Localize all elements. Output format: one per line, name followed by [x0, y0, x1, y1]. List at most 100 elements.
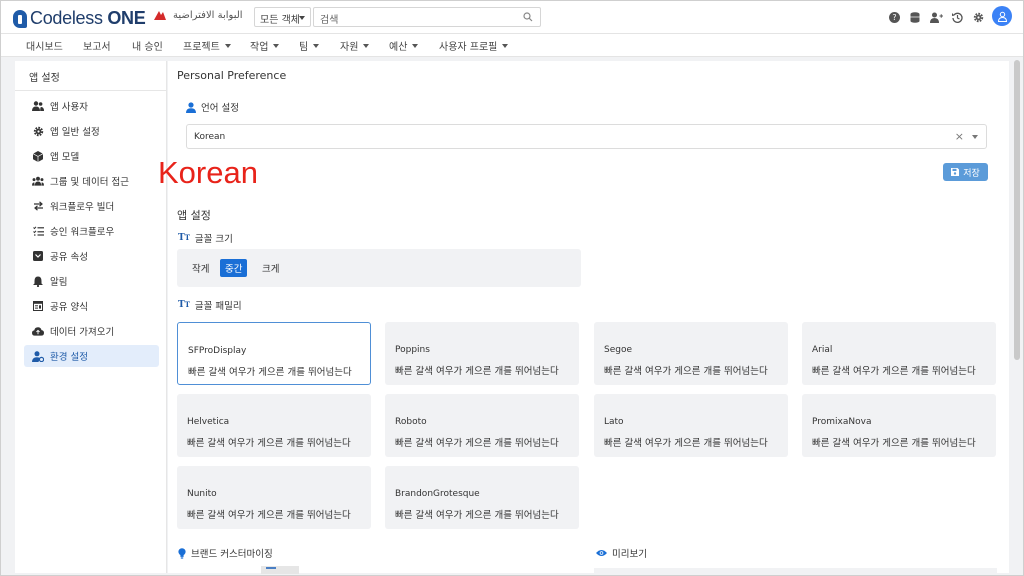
- sidebar-item-label: 알림: [50, 277, 68, 288]
- svg-text:?: ?: [892, 13, 896, 22]
- scrollbar-thumb[interactable]: [1014, 60, 1020, 360]
- sidebar-item-label: 앱 일반 설정: [50, 127, 100, 138]
- users-icon: [32, 100, 44, 112]
- nav-item-reports[interactable]: 보고서: [83, 38, 111, 53]
- help-icon[interactable]: ?: [885, 9, 903, 25]
- vertical-scrollbar[interactable]: [1013, 58, 1021, 574]
- chevron-down-icon: [313, 43, 320, 48]
- top-bar: Codeless ONE البوابة الافتراضية 모든 객체 ?: [1, 1, 1023, 33]
- form-icon: [32, 300, 44, 312]
- user-icon: [997, 11, 1007, 22]
- floppy-disk-icon: [951, 168, 960, 176]
- font-name: Segoe: [604, 345, 633, 355]
- sidebar-item-app-users[interactable]: 앱 사용자: [24, 95, 159, 117]
- sidebar-item-notifications[interactable]: 알림: [24, 270, 159, 292]
- close-icon[interactable]: ×: [955, 130, 964, 143]
- font-name: Poppins: [395, 345, 430, 355]
- eye-icon: [596, 550, 607, 556]
- font-card-helvetica[interactable]: Helvetica 빠른 갈색 여우가 게으른 개를 뛰어넘는다: [177, 394, 371, 457]
- sidebar-item-shared-forms[interactable]: 공유 양식: [24, 295, 159, 317]
- brand-color-swatch[interactable]: [261, 566, 299, 574]
- nav-item-resources[interactable]: 자원: [340, 38, 370, 53]
- chevron-down-icon: [363, 43, 370, 48]
- portal-logo-icon: [154, 11, 166, 20]
- font-card-poppins[interactable]: Poppins 빠른 갈색 여우가 게으른 개를 뛰어넘는다: [385, 322, 579, 385]
- font-size-label: 글꼴 크기: [194, 234, 233, 245]
- sidebar-item-groups-data-access[interactable]: 그룹 및 데이터 접근: [24, 170, 159, 192]
- nav-item-projects[interactable]: 프로젝트: [183, 38, 231, 53]
- red-annotation-text: Korean: [158, 155, 258, 190]
- chevron-down-icon: [224, 43, 231, 48]
- sidebar-item-approval-workflow[interactable]: 승인 워크플로우: [24, 220, 159, 242]
- sidebar-item-app-general-settings[interactable]: 앱 일반 설정: [24, 120, 159, 142]
- text-size-icon: TT: [178, 233, 190, 243]
- avatar[interactable]: [992, 6, 1012, 26]
- font-sample: 빠른 갈색 여우가 게으른 개를 뛰어넘는다: [395, 438, 559, 449]
- sidebar-item-label: 그룹 및 데이터 접근: [50, 177, 129, 188]
- nav-item-tasks[interactable]: 작업: [250, 38, 280, 53]
- nav-item-my-approvals[interactable]: 내 승인: [132, 38, 163, 53]
- preview-label-row: 미리보기: [596, 546, 647, 560]
- history-icon[interactable]: [948, 9, 966, 25]
- database-icon[interactable]: [906, 9, 924, 25]
- font-card-nunito[interactable]: Nunito 빠른 갈색 여우가 게으른 개를 뛰어넘는다: [177, 466, 371, 529]
- chevron-down-icon[interactable]: [972, 135, 978, 139]
- brand-customization-label: 브랜드 커스터마이징: [191, 549, 273, 560]
- font-size-small-option[interactable]: 작게: [187, 259, 214, 277]
- font-sample: 빠른 갈색 여우가 게으른 개를 뛰어넘는다: [395, 366, 559, 377]
- language-select[interactable]: Korean ×: [186, 124, 987, 149]
- font-card-roboto[interactable]: Roboto 빠른 갈색 여우가 게으른 개를 뛰어넘는다: [385, 394, 579, 457]
- chevron-down-icon: [299, 16, 305, 20]
- preview-area: [594, 568, 997, 574]
- sidebar-item-data-import[interactable]: 데이터 가져오기: [24, 320, 159, 342]
- font-card-brandongrotesque[interactable]: BrandonGrotesque 빠른 갈색 여우가 게으른 개를 뛰어넘는다: [385, 466, 579, 529]
- nav-item-user-profile[interactable]: 사용자 프로필: [439, 38, 509, 53]
- font-family-label: 글꼴 패밀리: [194, 301, 242, 312]
- user-settings-icon: [32, 350, 44, 362]
- font-card-lato[interactable]: Lato 빠른 갈색 여우가 게으른 개를 뛰어넘는다: [594, 394, 788, 457]
- gear-icon[interactable]: [969, 9, 987, 25]
- chevron-down-icon: [412, 43, 419, 48]
- sidebar-item-preferences[interactable]: 환경 설정: [24, 345, 159, 367]
- nav-item-teams[interactable]: 팀: [299, 38, 320, 53]
- sidebar-item-app-model[interactable]: 앱 모델: [24, 145, 159, 167]
- sidebar-item-workflow-builder[interactable]: 워크플로우 빌더: [24, 195, 159, 217]
- app-logo[interactable]: Codeless ONE: [13, 8, 146, 29]
- sidebar-item-shared-properties[interactable]: 공유 속성: [24, 245, 159, 267]
- swap-icon: [32, 200, 44, 212]
- font-card-segoe[interactable]: Segoe 빠른 갈색 여우가 게으른 개를 뛰어넘는다: [594, 322, 788, 385]
- font-card-promixanova[interactable]: PromixaNova 빠른 갈색 여우가 게으른 개를 뛰어넘는다: [802, 394, 996, 457]
- sidebar-item-label: 앱 모델: [50, 152, 80, 163]
- portal-selector[interactable]: البوابة الافتراضية: [153, 9, 243, 21]
- settings-sidebar: 앱 설정 앱 사용자 앱 일반 설정 앱 모델 그룹 및 데이터 접근 워크플로…: [15, 61, 167, 573]
- font-family-label-row: TT 글꼴 패밀리: [178, 298, 242, 312]
- search-icon[interactable]: [523, 12, 533, 22]
- font-size-selector: 작게 중간 크게: [177, 249, 581, 287]
- preferences-panel: Personal Preference 언어 설정 Korean × 저장 앱 …: [168, 61, 1009, 573]
- add-user-icon[interactable]: [927, 9, 945, 25]
- user-icon: [186, 101, 196, 113]
- save-button[interactable]: 저장: [943, 163, 988, 181]
- font-size-large-option[interactable]: 크게: [257, 259, 284, 277]
- nav-item-dashboard[interactable]: 대시보드: [26, 38, 63, 53]
- font-size-medium-option[interactable]: 중간: [220, 259, 248, 277]
- font-card-arial[interactable]: Arial 빠른 갈색 여우가 게으른 개를 뛰어넘는다: [802, 322, 996, 385]
- chevron-down-icon: [273, 43, 280, 48]
- font-sample: 빠른 갈색 여우가 게으른 개를 뛰어넘는다: [812, 366, 976, 377]
- font-name: Nunito: [187, 489, 217, 499]
- group-icon: [32, 175, 44, 187]
- nav-item-budget[interactable]: 예산: [389, 38, 419, 53]
- font-name: Roboto: [395, 417, 427, 427]
- font-sample: 빠른 갈색 여우가 게으른 개를 뛰어넘는다: [604, 438, 768, 449]
- main-nav: 대시보드 보고서 내 승인 프로젝트 작업 팀 자원 예산 사용자 프로필: [1, 33, 1023, 57]
- brand-customization-label-row: 브랜드 커스터마이징: [178, 546, 273, 560]
- font-name: Helvetica: [187, 417, 230, 427]
- app-settings-title: 앱 설정: [177, 209, 211, 222]
- cloud-upload-icon: [32, 325, 44, 337]
- scope-dropdown[interactable]: 모든 객체: [254, 7, 311, 27]
- sidebar-item-label: 워크플로우 빌더: [50, 202, 115, 213]
- search-input[interactable]: [314, 11, 514, 30]
- font-sample: 빠른 갈색 여우가 게으른 개를 뛰어넘는다: [812, 438, 976, 449]
- font-sample: 빠른 갈색 여우가 게으른 개를 뛰어넘는다: [395, 510, 559, 521]
- font-card-sfprodisplay[interactable]: SFProDisplay 빠른 갈색 여우가 게으른 개를 뛰어넘는다: [177, 322, 371, 385]
